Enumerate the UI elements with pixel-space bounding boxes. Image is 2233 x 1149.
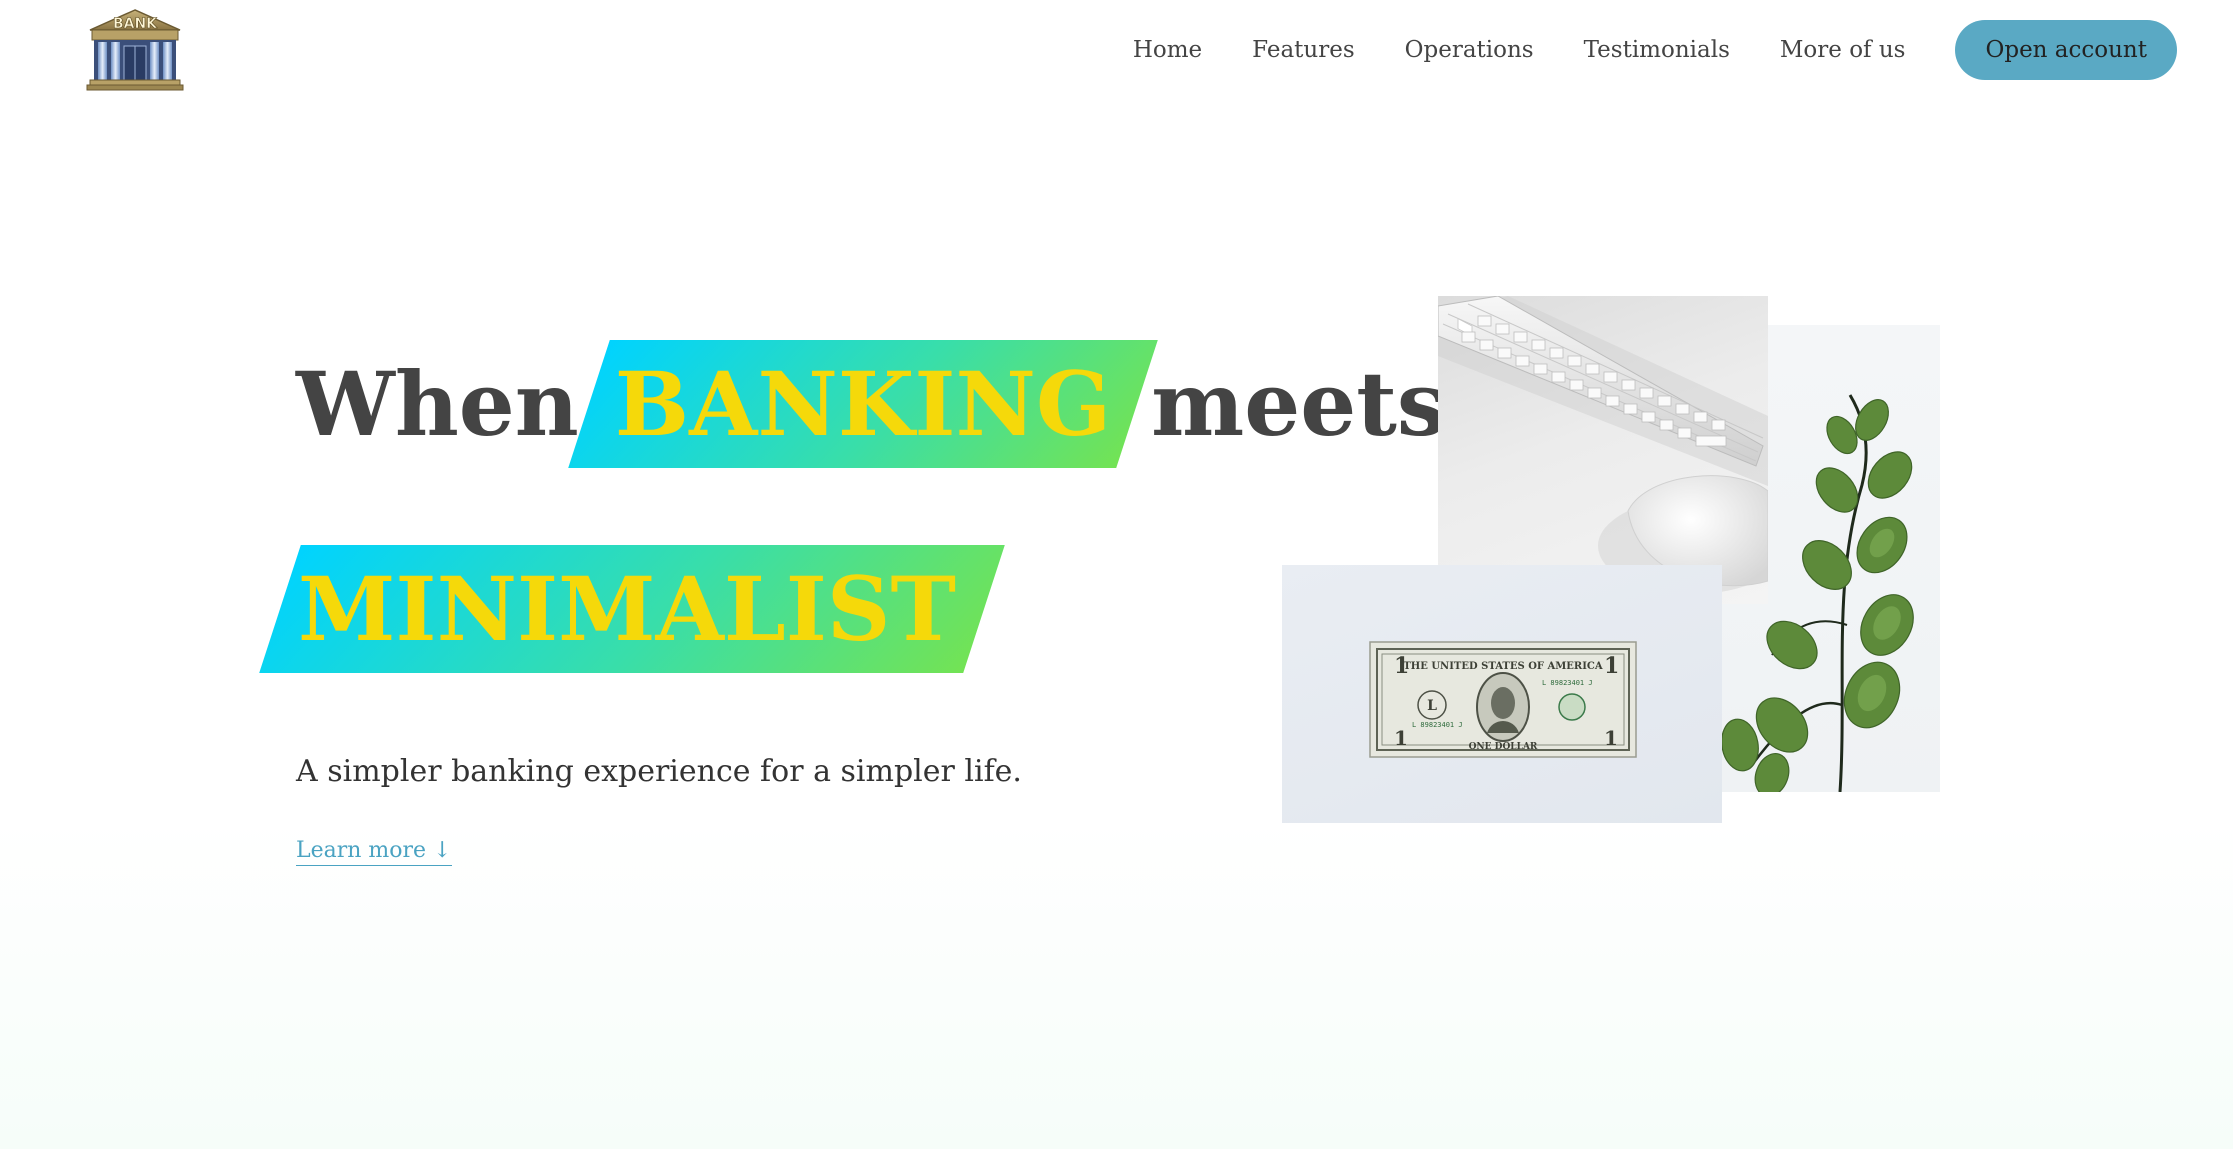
headline-line-2: MINIMALIST <box>280 545 984 673</box>
nav-links: Home Features Operations Testimonials Mo… <box>1133 20 2177 80</box>
keyboard-photo <box>1438 296 1768 604</box>
dollar-bill-text: THE UNITED STATES OF AMERICA <box>1403 661 1603 672</box>
svg-text:L 89823401 J: L 89823401 J <box>1412 721 1463 729</box>
nav-link-operations[interactable]: Operations <box>1405 37 1534 63</box>
headline-word-banking: BANKING <box>614 352 1112 456</box>
dollar-bill-photo: THE UNITED STATES OF AMERICA L 1 1 1 1 O… <box>1282 565 1722 823</box>
nav-link-more-of-us[interactable]: More of us <box>1780 37 1906 63</box>
svg-text:1: 1 <box>1604 653 1619 679</box>
svg-text:1: 1 <box>1394 726 1408 750</box>
bank-logo-icon[interactable]: BANK <box>86 8 184 92</box>
headline-word-when: When <box>296 352 579 456</box>
nav-link-features[interactable]: Features <box>1252 37 1355 63</box>
svg-text:1: 1 <box>1604 726 1618 750</box>
headline-word-minimalist: MINIMALIST <box>298 557 956 661</box>
headline-word-meets: meets <box>1151 352 1447 456</box>
learn-more-link[interactable]: Learn more ↓ <box>296 838 452 866</box>
svg-text:L: L <box>1427 698 1437 714</box>
headline-highlight-minimalist: MINIMALIST <box>280 545 984 673</box>
headline-line-1: When BANKING meets <box>296 340 1446 468</box>
svg-text:1: 1 <box>1394 653 1409 679</box>
nav-link-home[interactable]: Home <box>1133 37 1202 63</box>
svg-text:L 89823401 J: L 89823401 J <box>1542 679 1593 687</box>
logo-text: BANK <box>113 16 158 32</box>
page: BANK Home Features Operations Testimonia… <box>0 0 2233 1149</box>
nav-link-testimonials[interactable]: Testimonials <box>1584 37 1730 63</box>
svg-text:ONE DOLLAR: ONE DOLLAR <box>1469 742 1538 752</box>
headline-highlight-banking: BANKING <box>589 340 1137 468</box>
open-account-button[interactable]: Open account <box>1955 20 2177 80</box>
top-navigation: BANK Home Features Operations Testimonia… <box>0 0 2233 100</box>
hero-subtitle: A simpler banking experience for a simpl… <box>296 754 1022 789</box>
